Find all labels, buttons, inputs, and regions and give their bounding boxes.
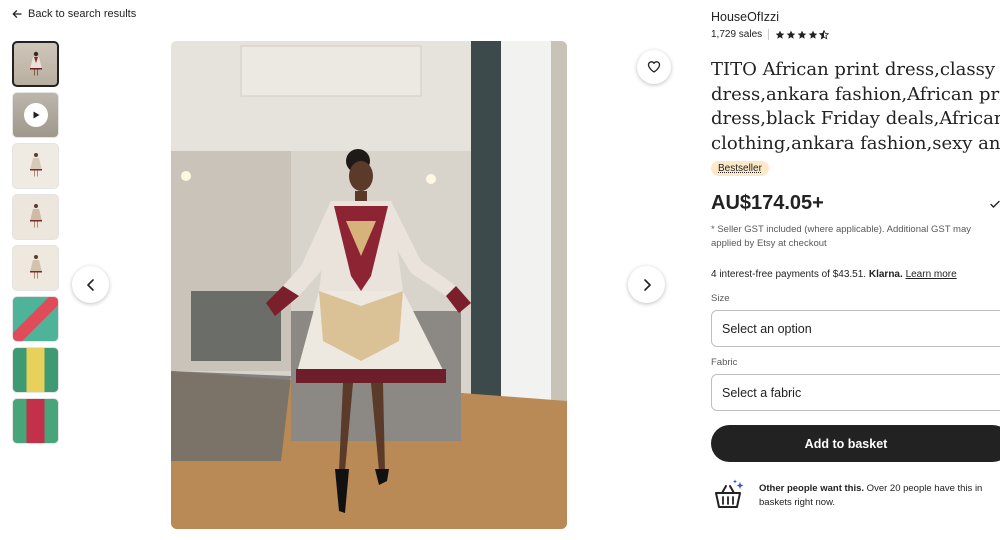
size-select[interactable]: Select an option (711, 310, 1000, 347)
size-label: Size (711, 293, 730, 304)
add-to-basket-button[interactable]: Add to basket (711, 425, 1000, 462)
klarna-text: 4 interest-free payments of $43.51. (711, 269, 867, 280)
previous-image-button[interactable] (72, 266, 109, 303)
basket-sparkle-icon (715, 479, 744, 508)
sales-count: 1,729 sales (711, 29, 763, 40)
demand-line-2: baskets right now. (759, 496, 836, 508)
tax-note-line: * Seller GST included (where applicable)… (711, 224, 971, 235)
fabric-select-value: Select a fabric (722, 385, 802, 400)
demand-headline: Other people want this. (759, 483, 865, 494)
dress-photo (171, 41, 567, 529)
thumbnail-5[interactable] (12, 245, 59, 291)
half-star-icon (819, 29, 830, 40)
klarna-logo: Klarna. (868, 269, 903, 280)
dress-thumbnail-image (29, 51, 42, 76)
sales-rating-row: 1,729 sales (711, 29, 830, 40)
thumbnail-8-fabric[interactable] (12, 398, 59, 444)
thumbnail-3[interactable] (12, 143, 59, 189)
check-icon (990, 200, 1000, 208)
fabric-label: Fabric (711, 357, 738, 368)
fabric-select[interactable]: Select a fabric (711, 374, 1000, 411)
thumbnail-4[interactable] (12, 194, 59, 240)
thumbnail-7-fabric[interactable] (12, 347, 59, 393)
star-icon (808, 30, 818, 39)
size-select-value: Select an option (722, 321, 812, 336)
chevron-left-icon (86, 278, 94, 291)
listing-title: TITO African print dress,classy dress,an… (711, 58, 1000, 156)
star-rating[interactable] (775, 29, 830, 40)
star-icon (797, 30, 807, 39)
star-icon (786, 30, 796, 39)
back-link-label: Back to search results (28, 8, 137, 20)
tax-note: * Seller GST included (where applicable)… (711, 223, 1000, 251)
dress-thumbnail-image (29, 255, 42, 279)
thumbnail-1[interactable] (12, 41, 59, 87)
star-icon (775, 30, 785, 39)
demand-text: Other people want this. Over 20 people h… (759, 478, 982, 514)
next-image-button[interactable] (628, 266, 665, 303)
title-line: TITO African print dress,classy (711, 59, 996, 80)
bestseller-badge[interactable]: Bestseller (711, 161, 769, 176)
heart-icon (647, 61, 661, 73)
title-line: clothing,ankara fashion,sexy ankara (711, 132, 1000, 154)
dress-thumbnail-image (29, 153, 42, 177)
demand-line-1: Over 20 people have this in (864, 483, 983, 494)
shop-name-link[interactable]: HouseOfIzzi (711, 10, 779, 24)
price: AU$174.05+ (711, 192, 824, 214)
klarna-payment-info: 4 interest-free payments of $43.51. Klar… (711, 269, 957, 280)
main-product-image[interactable] (171, 41, 567, 529)
arrow-left-icon (12, 10, 22, 18)
chevron-right-icon (643, 278, 651, 291)
learn-more-link[interactable]: Learn more (906, 269, 957, 280)
thumbnail-2-video[interactable] (12, 92, 59, 138)
divider (768, 29, 770, 40)
title-line: dress,ankara fashion,African print (711, 83, 1000, 105)
play-icon (23, 103, 48, 127)
thumbnail-strip (12, 41, 59, 449)
thumbnail-6-fabric[interactable] (12, 296, 59, 342)
favorite-button[interactable] (637, 50, 671, 84)
title-line: dress,black Friday deals,African (711, 108, 1000, 129)
demand-notice: Other people want this. Over 20 people h… (711, 478, 1000, 514)
tax-note-line: applied by Etsy at checkout (711, 238, 827, 249)
dress-thumbnail-image (29, 204, 42, 228)
back-to-search-link[interactable]: Back to search results (12, 8, 136, 20)
